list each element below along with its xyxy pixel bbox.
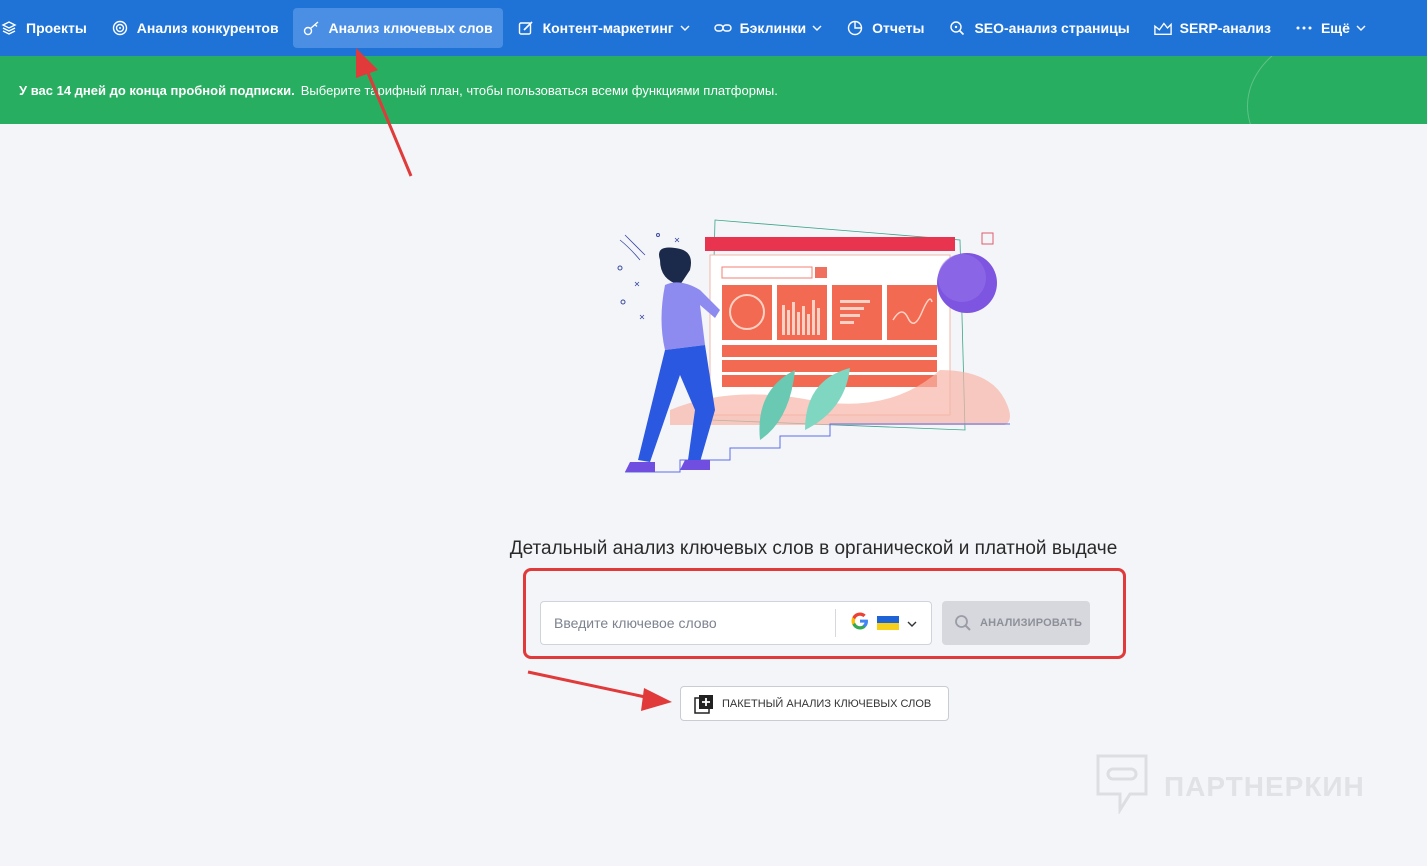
nav-item-content-marketing[interactable]: Контент-маркетинг [507,8,700,48]
edit-icon [517,19,535,37]
trial-banner-bold: У вас 14 дней до конца пробной подписки. [19,82,295,98]
add-batch-icon [694,694,714,714]
watermark-logo-icon [1094,752,1150,821]
nav-item-label: SERP-анализ [1179,20,1271,36]
serp-chart-icon [1153,19,1172,37]
top-navigation: Проекты Анализ конкурентов Анализ ключев… [0,0,1427,56]
nav-item-label: SEO-анализ страницы [974,20,1130,36]
nav-item-backlinks[interactable]: Бэклинки [704,8,833,48]
nav-item-seo-page[interactable]: SEO-анализ страницы [938,8,1139,48]
chevron-down-icon [1356,23,1366,34]
search-icon [954,614,972,632]
watermark: ПАРТНЕРКИН [1094,752,1365,821]
key-icon [303,19,321,37]
chevron-down-icon [680,23,690,34]
nav-item-label: Отчеты [872,20,925,36]
google-icon [851,612,869,635]
chevron-down-icon [907,614,917,632]
analyze-button[interactable]: АНАЛИЗИРОВАТЬ [942,601,1090,645]
nav-item-reports[interactable]: Отчеты [836,8,934,48]
nav-item-label: Бэклинки [739,20,807,36]
more-dots-icon [1295,19,1313,37]
nav-item-label: Проекты [26,20,87,36]
nav-item-label: Анализ ключевых слов [328,20,493,36]
ukraine-flag-icon [876,616,899,630]
analyze-button-label: АНАЛИЗИРОВАТЬ [980,617,1083,629]
nav-item-label: Анализ конкурентов [136,20,279,36]
watermark-text: ПАРТНЕРКИН [1164,770,1365,802]
chevron-down-icon [812,23,822,34]
nav-item-label: Ещё [1320,20,1350,36]
hero-illustration [610,210,1030,480]
batch-analysis-label: ПАКЕТНЫЙ АНАЛИЗ КЛЮЧЕВЫХ СЛОВ [722,697,932,710]
page-headline: Детальный анализ ключевых слов в органич… [509,538,1118,559]
target-icon [111,19,129,37]
nav-item-keywords[interactable]: Анализ ключевых слов [292,8,503,48]
link-icon [713,19,732,37]
keyword-search-input[interactable] [541,602,835,644]
nav-item-projects[interactable]: Проекты [0,8,97,48]
batch-analysis-button[interactable]: ПАКЕТНЫЙ АНАЛИЗ КЛЮЧЕВЫХ СЛОВ [680,686,949,721]
nav-item-serp[interactable]: SERP-анализ [1144,8,1281,48]
search-engine-select[interactable] [835,609,931,637]
search-icon [948,19,966,37]
trial-banner: У вас 14 дней до конца пробной подписки.… [0,56,1427,124]
layers-icon [0,19,18,37]
keyword-search-box [540,601,932,645]
trial-banner-text[interactable]: Выберите тарифный план, чтобы пользовать… [301,83,778,98]
pie-chart-icon [846,19,864,37]
nav-item-label: Контент-маркетинг [542,20,674,36]
nav-item-competitors[interactable]: Анализ конкурентов [101,8,289,48]
banner-decoration [1247,56,1427,124]
nav-item-more[interactable]: Ещё [1285,8,1376,48]
annotation-arrow-batch [527,670,672,711]
